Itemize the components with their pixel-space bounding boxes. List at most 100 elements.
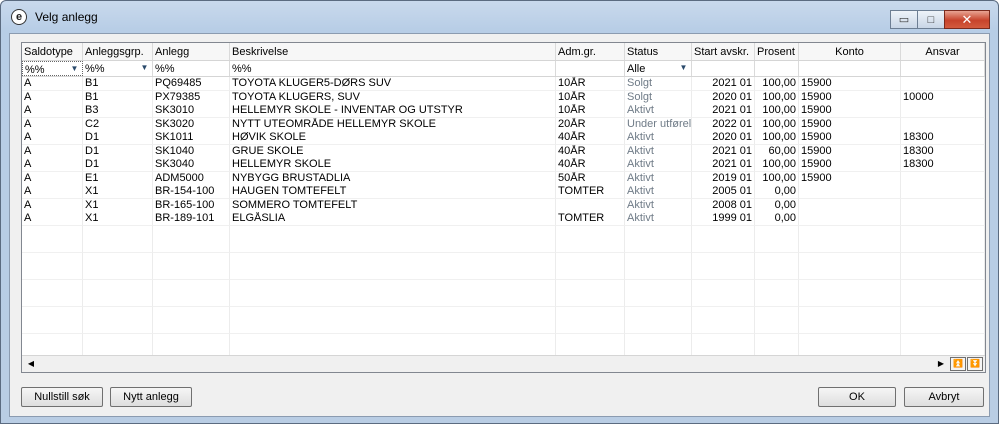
table-cell: NYTT UTEOMRÅDE HELLEMYR SKOLE [230,117,556,131]
dropdown-icon[interactable]: ▼ [68,63,81,75]
column-header[interactable]: Status [625,43,692,60]
filter-cell[interactable] [692,61,755,76]
table-cell: E1 [83,171,153,185]
empty-cell [799,239,901,253]
table-cell: A [22,171,83,185]
empty-cell [230,320,556,334]
new-asset-button[interactable]: Nytt anlegg [110,387,192,407]
table-cell [901,104,985,118]
empty-cell [799,252,901,266]
empty-cell [755,320,799,334]
table-row[interactable]: A B3 SK3010 HELLEMYR SKOLE - INVENTAR OG UT… [22,104,985,118]
column-header[interactable]: Konto [799,43,901,60]
table-row[interactable]: A X1 BR-189-101 ELGÅSLIA TOMTER Aktivt 1999 01… [22,212,985,226]
empty-cell [153,306,230,320]
empty-cell [556,225,625,239]
table-cell: ELGÅSLIA [230,212,556,226]
empty-cell [22,239,83,253]
column-header[interactable]: Anlegg [153,43,230,60]
filter-cell[interactable] [799,61,901,76]
title-bar[interactable]: e Velg anlegg ▭ □ ✕ [1,1,998,31]
maximize-button[interactable]: □ [917,10,945,29]
scroll-right-icon[interactable]: ▶ [935,358,947,370]
table-row[interactable]: A D1 SK1040 GRUE SKOLE 40ÅR Aktivt 2021 01 60,0… [22,144,985,158]
minimize-button[interactable]: ▭ [890,10,918,29]
table-cell: 10ÅR [556,77,625,91]
empty-cell [692,225,755,239]
filter-cell[interactable]: %% ▼ [22,61,83,76]
empty-cell [799,279,901,293]
empty-cell [901,333,985,347]
column-header[interactable]: Start avskr. [692,43,755,60]
table-row[interactable]: A B1 PQ69485 TOYOTA KLUGER5-DØRS SUV 10ÅR Sol… [22,77,985,91]
table-row[interactable]: A B1 PX79385 TOYOTA KLUGERS, SUV 10ÅR Solgt 20… [22,90,985,104]
double-down-icon: ⏬ [970,359,980,368]
empty-cell [230,333,556,347]
dropdown-icon[interactable]: ▼ [677,62,690,74]
column-header[interactable]: Adm.gr. [556,43,625,60]
empty-cell [755,293,799,307]
scroll-left-icon[interactable]: ◀ [25,358,37,370]
filter-cell[interactable]: Alle ▼ [625,61,692,76]
table-row[interactable]: A C2 SK3020 NYTT UTEOMRÅDE HELLEMYR SKOLE 20… [22,117,985,131]
dropdown-icon[interactable]: ▼ [138,62,151,74]
ok-button[interactable]: OK [818,387,896,407]
empty-cell [230,266,556,280]
column-header[interactable]: Prosent [755,43,799,60]
empty-cell [556,266,625,280]
table-cell: D1 [83,158,153,172]
table-cell: 15900 [799,117,901,131]
table-cell: 100,00 [755,131,799,145]
table-cell: 15900 [799,90,901,104]
table-row[interactable]: A D1 SK1011 HØVIK SKOLE 40ÅR Aktivt 2020 01 100… [22,131,985,145]
empty-cell [556,239,625,253]
empty-row [22,239,985,253]
empty-cell [755,252,799,266]
table-cell: SK3020 [153,117,230,131]
empty-cell [755,279,799,293]
filter-cell[interactable]: %% [153,61,230,76]
empty-cell [755,266,799,280]
table-row[interactable]: A E1 ADM5000 NYBYGG BRUSTADLIA 50ÅR Aktivt 201… [22,171,985,185]
filter-cell[interactable] [755,61,799,76]
grid-header: Saldotype Anleggsgrp. Anlegg Beskrivelse Adm… [22,43,985,61]
filter-cell[interactable]: %% ▼ [83,61,153,76]
horizontal-scrollbar[interactable]: ◀ ▶ ⏫ ⏬ [22,355,985,372]
table-cell: 20ÅR [556,117,625,131]
reset-search-button[interactable]: Nullstill søk [21,387,103,407]
table-cell [799,212,901,226]
cancel-button[interactable]: Avbryt [904,387,984,407]
table-cell: 100,00 [755,104,799,118]
table-row[interactable]: A X1 BR-154-100 HAUGEN TOMTEFELT TOMTER Aktiv… [22,185,985,199]
table-row[interactable]: A D1 SK3040 HELLEMYR SKOLE 40ÅR Aktivt 2021 01… [22,158,985,172]
page-down-button[interactable]: ⏬ [967,357,983,371]
empty-cell [22,225,83,239]
column-header[interactable]: Saldotype [22,43,83,60]
dialog-window: e Velg anlegg ▭ □ ✕ Saldotype Anleggsgrp.… [0,0,999,424]
table-row[interactable]: A X1 BR-165-100 SOMMERO TOMTEFELT Aktivt 2008… [22,198,985,212]
table-cell: 40ÅR [556,144,625,158]
table-cell: 2021 01 [692,158,755,172]
empty-cell [83,306,153,320]
filter-cell[interactable] [556,61,625,76]
table-cell: SK3010 [153,104,230,118]
column-header[interactable]: Beskrivelse [230,43,556,60]
window-controls: ▭ □ ✕ [890,10,990,30]
empty-cell [22,252,83,266]
table-cell: 2020 01 [692,90,755,104]
empty-cell [755,306,799,320]
page-up-button[interactable]: ⏫ [950,357,966,371]
empty-cell [625,306,692,320]
close-icon: ✕ [961,11,973,27]
table-cell: 2019 01 [692,171,755,185]
empty-cell [83,279,153,293]
table-cell: 100,00 [755,117,799,131]
close-button[interactable]: ✕ [944,10,990,29]
window-title: Velg anlegg [35,10,98,24]
filter-cell[interactable] [901,61,985,76]
table-cell: A [22,144,83,158]
column-header[interactable]: Anleggsgrp. [83,43,153,60]
filter-cell[interactable]: %% [230,61,556,76]
empty-cell [153,279,230,293]
column-header[interactable]: Ansvar [901,43,985,60]
